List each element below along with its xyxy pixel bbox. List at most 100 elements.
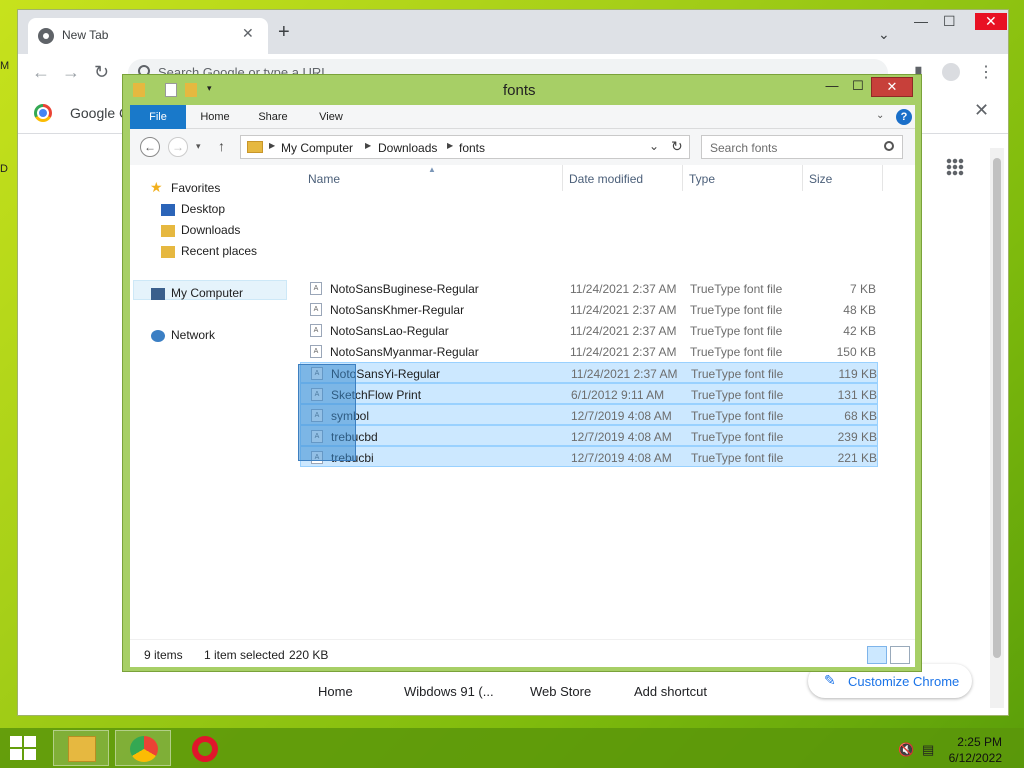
volume-muted-icon[interactable]: 🔇 — [898, 742, 914, 758]
breadcrumb-separator-icon[interactable]: ▶ — [365, 141, 371, 150]
clock-time[interactable]: 2:25 PM — [942, 735, 1002, 749]
network-tray-icon[interactable]: ▤ — [922, 742, 934, 758]
help-icon[interactable]: ? — [896, 109, 912, 125]
explorer-maximize-button[interactable]: ☐ — [847, 77, 869, 97]
nav-desktop[interactable]: Desktop — [181, 202, 225, 216]
file-type: TrueType font file — [691, 409, 784, 423]
file-date: 12/7/2019 4:08 AM — [571, 430, 672, 444]
clock-date[interactable]: 6/12/2022 — [942, 751, 1002, 765]
recent-locations-icon[interactable]: ▾ — [196, 141, 201, 152]
large-icons-view-icon[interactable] — [890, 646, 910, 664]
address-bar[interactable]: ▶ My Computer ▶ Downloads ▶ fonts ⌄ ↻ — [240, 135, 690, 159]
column-header-size[interactable]: Size — [809, 172, 832, 186]
quick-access-dropdown-icon[interactable]: ▾ — [207, 83, 212, 94]
nav-downloads[interactable]: Downloads — [181, 223, 240, 237]
taskbar-opera[interactable] — [177, 730, 233, 766]
file-type: TrueType font file — [691, 388, 784, 402]
breadcrumb-separator-icon[interactable]: ▶ — [447, 141, 453, 150]
taskbar-file-explorer[interactable] — [53, 730, 109, 766]
breadcrumb-my-computer[interactable]: My Computer — [281, 141, 353, 155]
file-row[interactable]: Atrebucbd12/7/2019 4:08 AMTrueType font … — [300, 425, 878, 446]
column-header-name[interactable]: Name — [308, 172, 340, 186]
profile-avatar-icon[interactable] — [942, 63, 960, 81]
back-arrow-icon[interactable]: ← — [32, 62, 50, 83]
font-file-icon: A — [310, 282, 322, 295]
menu-kebab-icon[interactable]: ⋮ — [978, 62, 994, 82]
forward-button[interactable]: → — [168, 137, 188, 157]
nav-favorites[interactable]: Favorites — [171, 181, 220, 195]
file-size: 119 KB — [838, 367, 877, 381]
start-button[interactable] — [10, 736, 38, 760]
network-icon — [151, 330, 165, 342]
chrome-tab-title: New Tab — [62, 28, 109, 42]
nav-recent-places[interactable]: Recent places — [181, 244, 257, 258]
font-file-icon: A — [310, 345, 322, 358]
file-row[interactable]: A NotoSansBuginese-Regular 11/24/2021 2:37… — [300, 278, 878, 299]
folder-icon — [133, 83, 145, 97]
file-row[interactable]: A NotoSansLao-Regular 11/24/2021 2:37 AM Tr… — [300, 320, 878, 341]
taskbar-chrome[interactable] — [115, 730, 171, 766]
file-row[interactable]: Atrebucbi12/7/2019 4:08 AMTrueType font … — [300, 446, 878, 467]
tab-view[interactable]: View — [308, 105, 354, 129]
file-date: 11/24/2021 2:37 AM — [570, 282, 677, 296]
chrome-scrollbar[interactable] — [990, 148, 1004, 708]
new-folder-icon[interactable] — [185, 83, 197, 97]
computer-icon — [151, 288, 165, 300]
infobar-close-icon[interactable]: ✕ — [974, 100, 989, 121]
customize-chrome-label: Customize Chrome — [848, 674, 960, 689]
properties-icon[interactable] — [165, 83, 177, 97]
address-dropdown-icon[interactable]: ⌄ — [649, 139, 659, 153]
desktop-edge-letter: D — [0, 163, 8, 175]
forward-arrow-icon[interactable]: → — [62, 62, 80, 83]
explorer-close-button[interactable]: ✕ — [871, 77, 913, 97]
nav-my-computer[interactable]: My Computer — [171, 286, 243, 300]
ribbon-expand-icon[interactable]: ⌄ — [876, 110, 884, 121]
column-header-date[interactable]: Date modified — [569, 172, 643, 186]
file-name: NotoSansMyanmar-Regular — [330, 345, 479, 359]
explorer-minimize-button[interactable]: — — [821, 77, 843, 97]
tab-share[interactable]: Share — [248, 105, 298, 129]
breadcrumb-separator-icon[interactable]: ▶ — [269, 141, 275, 150]
file-size: 7 KB — [849, 282, 876, 296]
status-bar: 9 items 1 item selected 220 KB — [130, 639, 915, 667]
shortcut-wibdows[interactable]: Wibdows 91 (... — [404, 684, 494, 699]
chrome-tab[interactable]: New Tab ✕ — [28, 18, 268, 54]
desktop-icon — [161, 204, 175, 216]
tab-file[interactable]: File — [130, 105, 186, 129]
new-tab-button[interactable]: + — [278, 22, 290, 42]
tab-home[interactable]: Home — [192, 105, 238, 129]
google-apps-icon[interactable] — [946, 158, 964, 176]
shortcut-web-store[interactable]: Web Store — [530, 684, 591, 699]
shortcut-add[interactable]: Add shortcut — [634, 684, 707, 699]
close-tab-icon[interactable]: ✕ — [242, 25, 254, 42]
reload-icon[interactable]: ↻ — [94, 62, 109, 83]
search-fonts-input[interactable]: Search fonts — [701, 135, 903, 159]
breadcrumb-downloads[interactable]: Downloads — [378, 141, 437, 155]
scrollbar-thumb[interactable] — [993, 158, 1001, 658]
chrome-close-button[interactable]: ✕ — [975, 13, 1007, 30]
file-date: 6/1/2012 9:11 AM — [571, 388, 665, 402]
details-view-icon[interactable] — [867, 646, 887, 664]
back-button[interactable]: ← — [140, 137, 160, 157]
column-header-type[interactable]: Type — [689, 172, 715, 186]
explorer-window: ▾ fonts — ☐ ✕ File Home Share View ⌄ ? ←… — [122, 74, 922, 672]
file-date: 11/24/2021 2:37 AM — [570, 345, 677, 359]
file-row[interactable]: A NotoSansMyanmar-Regular 11/24/2021 2:37 … — [300, 341, 878, 362]
file-row[interactable]: ASketchFlow Print6/1/2012 9:11 AMTrueTyp… — [300, 383, 878, 404]
file-size: 131 KB — [837, 388, 877, 402]
tab-search-icon[interactable]: ⌄ — [878, 26, 890, 43]
up-arrow-icon[interactable]: ↑ — [218, 138, 225, 154]
file-row[interactable]: Asymbol12/7/2019 4:08 AMTrueType font fi… — [300, 404, 878, 425]
nav-network[interactable]: Network — [171, 328, 215, 342]
sort-ascending-icon: ▲ — [428, 165, 436, 174]
chrome-maximize-button[interactable]: ☐ — [943, 13, 956, 30]
breadcrumb-fonts[interactable]: fonts — [459, 141, 485, 155]
shortcut-home[interactable]: Home — [318, 684, 353, 699]
file-row[interactable]: ANotoSansYi-Regular11/24/2021 2:37 AMTru… — [300, 362, 878, 383]
file-row[interactable]: A NotoSansKhmer-Regular 11/24/2021 2:37 AM… — [300, 299, 878, 320]
chrome-minimize-button[interactable]: — — [914, 13, 928, 29]
recent-places-icon — [161, 246, 175, 258]
file-explorer-icon — [68, 736, 96, 762]
file-type: TrueType font file — [691, 367, 784, 381]
refresh-icon[interactable]: ↻ — [671, 138, 683, 155]
